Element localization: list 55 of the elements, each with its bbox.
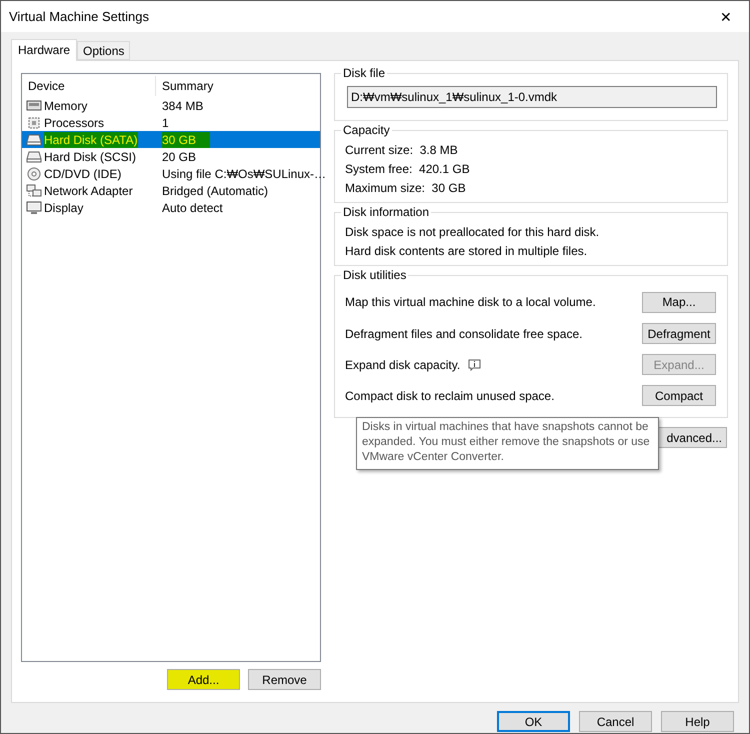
window-title: Virtual Machine Settings [9,9,149,24]
advanced-button[interactable]: dvanced... [657,427,727,448]
capacity-text: Current size: 3.8 MB [345,142,459,159]
network-icon [26,184,42,198]
device-summary: Auto detect [162,200,223,216]
utility-text: Map this virtual machine disk to a local volume. [345,295,596,309]
dialog-button[interactable]: Cancel [579,711,652,732]
disc-icon [26,166,42,180]
tab[interactable]: Hardware [11,39,78,61]
utility-button[interactable]: Compact [642,385,716,406]
device-name: CD/DVD (IDE) [44,166,122,182]
device-name: Memory [44,98,88,114]
info-text: Hard disk contents are stored in multiple files. [345,243,588,260]
capacity-text: Maximum size: 30 GB [345,180,467,197]
chip-icon [26,116,42,130]
utility-button[interactable]: Map... [642,292,716,312]
info-text: Disk space is not preallocated for this hard disk. [345,224,600,241]
remove-button[interactable]: Remove [248,669,321,690]
utility-text: Defragment files and consolidate free space. [345,326,582,340]
group-title: Capacity [341,123,392,137]
group-title: Disk file [341,66,388,80]
device-summary: 384 MB [162,98,204,114]
close-button[interactable]: ✕ [703,8,749,24]
device-summary: Using file C:₩Os₩SULinux-… [162,166,326,182]
device-row[interactable]: Network Adapter Bridged (Automatic) [22,182,320,199]
column-header[interactable]: Device [22,76,156,96]
dialog-button[interactable]: OK [497,711,570,732]
device-summary: 20 GB [162,148,196,164]
group-title: Disk utilities [341,268,408,282]
device-row[interactable]: Processors 1 [22,114,320,131]
device-name: Hard Disk (SCSI) [44,148,136,164]
add-button[interactable]: Add... [167,669,240,690]
device-name: Processors [44,114,104,130]
capacity-text: System free: 420.1 GB [345,161,471,178]
device-summary: Bridged (Automatic) [162,182,268,198]
group-title: Disk information [341,205,432,219]
device-name: Network Adapter [44,182,133,198]
device-row[interactable]: Hard Disk (SCSI) 20 GB [22,148,320,165]
tooltip: Disks in virtual machines that have snapshots cannot be expanded. You must either remove the snapshots or use VMware vCenter Converter. [356,417,659,470]
utility-text: Compact disk to reclaim unused space. [345,388,554,402]
memory-icon [26,98,42,112]
utility-button[interactable]: Defragment [642,323,716,344]
device-row[interactable]: Display Auto detect [22,199,320,216]
utility-text: Expand disk capacity. [345,358,482,372]
device-summary: 30 GB [162,132,210,148]
dialog-button[interactable]: Help [661,711,734,732]
device-row[interactable]: Memory 384 MB [22,97,320,114]
disk-file-field[interactable]: D:₩vm₩sulinux_1₩sulinux_1-0.vmdk [347,86,717,108]
tab[interactable]: Options [77,41,130,60]
device-summary: 1 [162,114,169,130]
device-name: Hard Disk (SATA) [44,132,138,148]
device-row[interactable]: Hard Disk (SATA) 30 GB [22,131,320,148]
monitor-icon [26,200,42,214]
column-header[interactable]: Summary [156,76,320,96]
device-name: Display [44,200,84,216]
